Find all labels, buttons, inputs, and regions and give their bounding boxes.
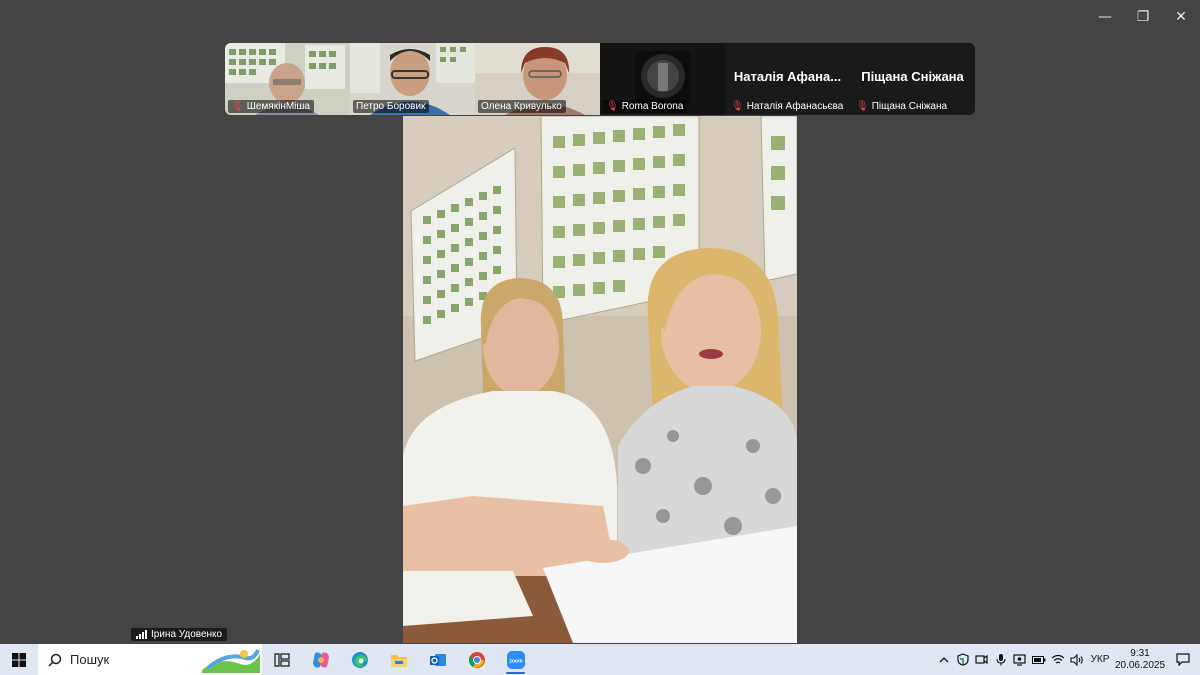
outlook-button[interactable]	[418, 644, 457, 675]
search-highlight-icon	[202, 649, 260, 673]
shield-icon	[956, 653, 969, 666]
participant-title: Наталія Афана...	[733, 69, 842, 84]
copilot-button[interactable]	[301, 644, 340, 675]
taskbar-clock[interactable]: 9:31 20.06.2025	[1114, 648, 1166, 672]
mic-muted-icon: 🎙	[856, 101, 869, 112]
system-tray: УКР 9:31 20.06.2025	[934, 644, 1200, 675]
participant-name: Піщана Сніжана	[871, 101, 948, 112]
window-controls: — ❐ ✕	[1086, 0, 1200, 34]
participant-name: Олена Кривулько	[481, 101, 562, 112]
camera-icon	[975, 654, 988, 665]
signal-strength-icon	[136, 630, 147, 639]
participant-name-tag: 🎙 Наталія Афанасьєва	[728, 100, 847, 113]
taskbar: Пошук zoom УКР 9:31 20.06.2025	[0, 644, 1200, 675]
participant-tile[interactable]: Олена Кривулько	[475, 43, 600, 115]
clock-time: 9:31	[1130, 647, 1150, 659]
participant-name-tag: Петро Боровик	[353, 100, 430, 113]
participant-name: Петро Боровик	[356, 101, 426, 112]
zoom-button[interactable]: zoom	[496, 644, 535, 675]
copilot-icon	[312, 652, 329, 667]
battery-tray-button[interactable]	[1029, 655, 1048, 664]
search-icon	[48, 653, 62, 667]
participant-name: Наталія Афанасьєва	[746, 101, 844, 112]
windows-icon	[12, 652, 26, 667]
participant-tile[interactable]: Піщана Сніжана 🎙 Піщана Сніжана	[850, 43, 975, 115]
participant-tile[interactable]: Наталія Афана... 🎙 Наталія Афанасьєва	[725, 43, 850, 115]
edge-icon	[351, 651, 368, 668]
participant-strip: 🎙 ШемякінМіша Петро Боровик Олена Кривул…	[225, 43, 975, 115]
security-tray-button[interactable]	[953, 653, 972, 666]
show-hidden-icons-button[interactable]	[934, 656, 953, 663]
chrome-icon	[468, 651, 485, 668]
meet-now-tray-button[interactable]	[1010, 653, 1029, 666]
outlook-icon	[429, 653, 446, 666]
speaker-volume-icon	[1069, 653, 1083, 666]
zoom-icon: zoom	[506, 650, 525, 669]
edge-button[interactable]	[340, 644, 379, 675]
participant-name-tag: 🎙 Піщана Сніжана	[853, 100, 951, 113]
mic-muted-icon: 🎙	[231, 101, 244, 112]
participant-name-tag: 🎙 ШемякінМіша	[228, 100, 314, 113]
restore-button[interactable]: ❐	[1124, 0, 1162, 34]
wifi-icon	[1051, 654, 1064, 664]
close-button[interactable]: ✕	[1162, 0, 1200, 34]
participant-tile[interactable]: 🎙 ШемякінМіша	[225, 43, 350, 115]
notifications-button[interactable]	[1166, 653, 1200, 666]
clock-date: 20.06.2025	[1114, 659, 1166, 671]
search-placeholder: Пошук	[70, 652, 110, 667]
mic-muted-icon: 🎙	[606, 101, 619, 112]
zoom-icon-label: zoom	[509, 658, 523, 664]
participant-tile[interactable]: 🎙 Roma Borona	[600, 43, 725, 115]
input-language-indicator[interactable]: УКР	[1086, 654, 1114, 665]
participant-title: Піщана Сніжана	[861, 69, 964, 84]
start-button[interactable]	[0, 644, 38, 675]
network-tray-button[interactable]	[1048, 654, 1067, 665]
participant-name-tag: 🎙 Roma Borona	[603, 100, 688, 113]
file-explorer-button[interactable]	[379, 644, 418, 675]
task-view-button[interactable]	[262, 644, 301, 675]
webcam-tray-button[interactable]	[972, 654, 991, 665]
active-speaker-video[interactable]	[403, 116, 797, 643]
speaker-video-frame	[403, 116, 797, 643]
speaker-name-tag: Ірина Удовенко	[131, 628, 228, 641]
chevron-up-icon	[939, 656, 948, 662]
screen-share-icon	[1013, 653, 1026, 666]
participant-tile[interactable]: Петро Боровик	[350, 43, 475, 115]
participant-name-tag: Олена Кривулько	[478, 100, 566, 113]
participant-name: Roma Borona	[621, 101, 684, 112]
microphone-tray-button[interactable]	[991, 653, 1010, 666]
volume-tray-button[interactable]	[1067, 653, 1086, 666]
folder-icon	[390, 654, 407, 667]
task-view-icon	[273, 652, 290, 667]
speaker-name: Ірина Удовенко	[151, 629, 223, 640]
minimize-button[interactable]: —	[1086, 0, 1124, 34]
battery-icon	[1031, 655, 1045, 664]
microphone-icon	[995, 654, 1006, 666]
mic-muted-icon: 🎙	[731, 101, 744, 112]
participant-name: ШемякінМіша	[246, 101, 310, 112]
notification-icon	[1176, 653, 1190, 666]
chrome-button[interactable]	[457, 644, 496, 675]
taskbar-search-box[interactable]: Пошук	[38, 644, 262, 675]
